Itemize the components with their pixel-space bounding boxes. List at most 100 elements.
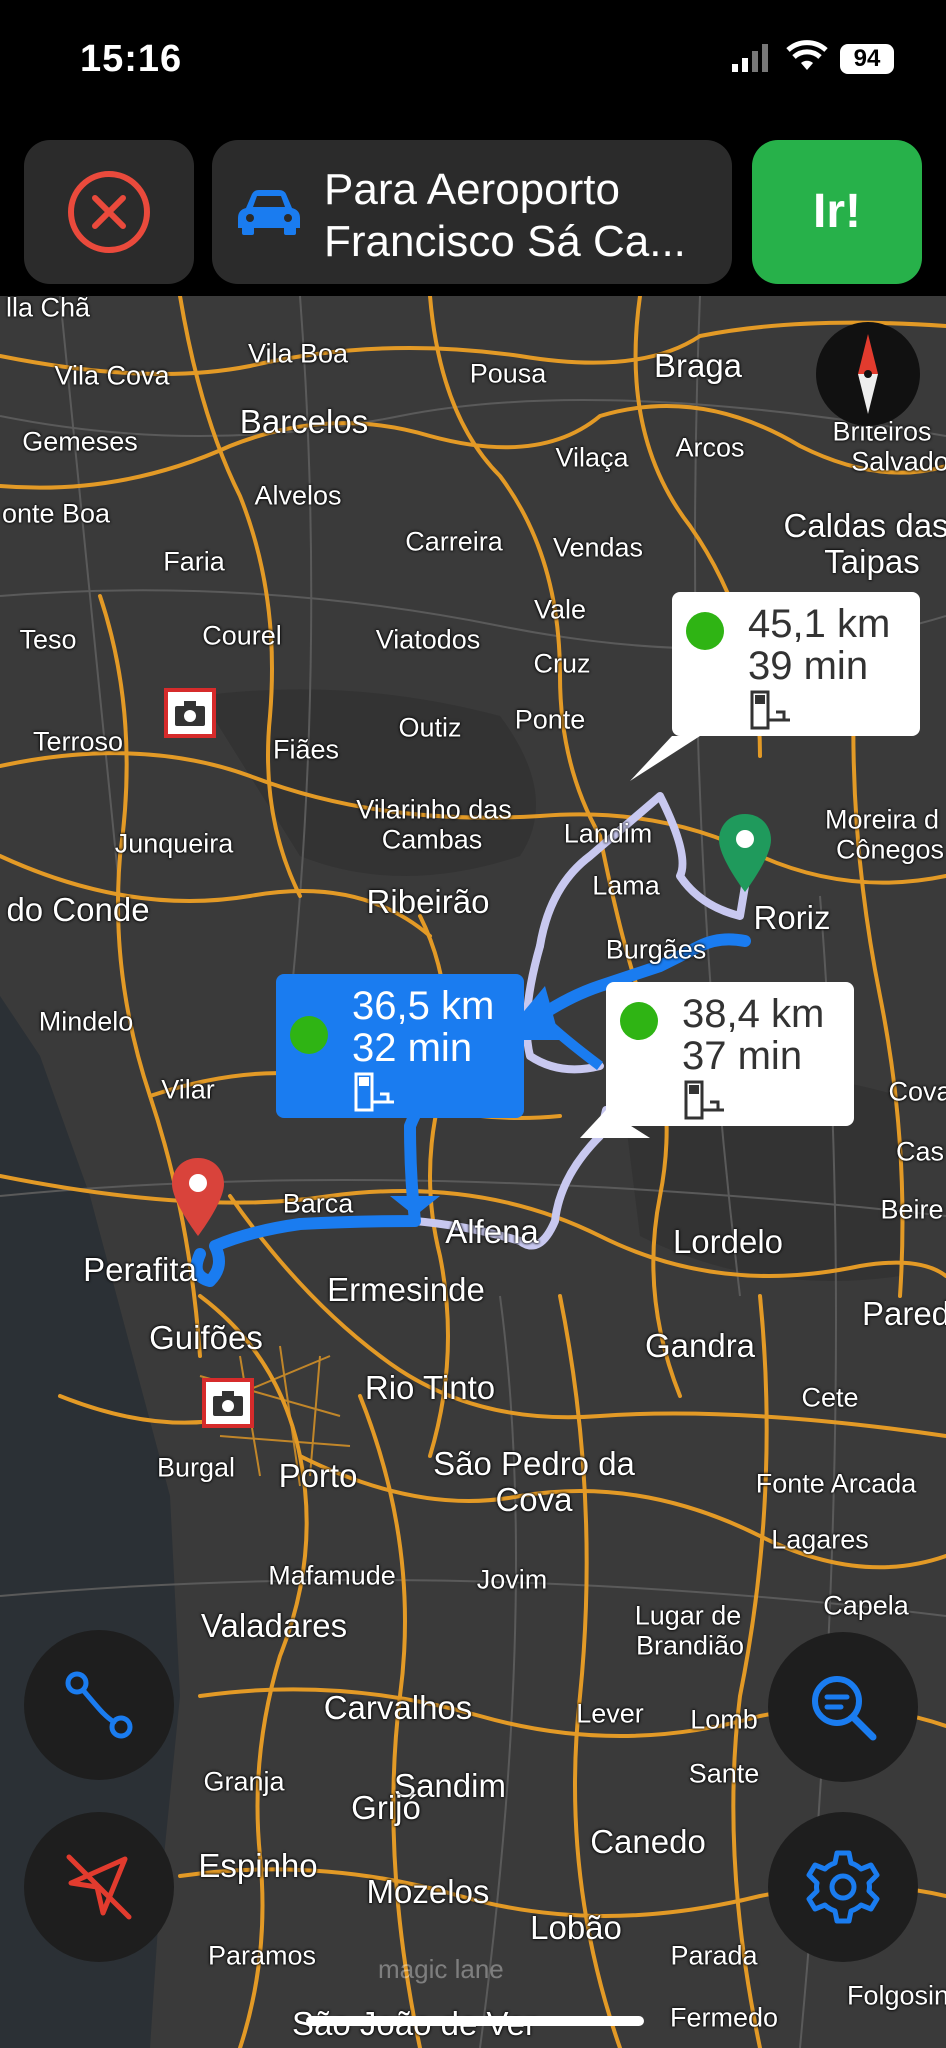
- map-label: Vilaça: [555, 442, 629, 473]
- route-option[interactable]: 45,1 km 39 min: [672, 592, 920, 736]
- map-label: Barca: [282, 1188, 354, 1219]
- route-distance: 45,1 km: [748, 602, 891, 646]
- route-option-selected[interactable]: 36,5 km 32 min: [276, 974, 524, 1118]
- status-bar: 15:16 94: [0, 0, 946, 130]
- route-status-dot: [686, 612, 724, 650]
- fuel-station-icon: [684, 1080, 724, 1120]
- map-label: Canedo: [590, 1823, 706, 1860]
- map-label: Salvado: [851, 446, 946, 477]
- cancel-button[interactable]: [24, 140, 194, 284]
- map-label: Roriz: [753, 899, 831, 936]
- route-status-dot: [620, 1002, 658, 1040]
- map-label: Gemeses: [22, 426, 138, 457]
- map-label: Landim: [563, 818, 653, 849]
- map-label: Outiz: [398, 712, 462, 743]
- route-icon: [65, 1671, 133, 1739]
- compass-button[interactable]: [816, 322, 920, 426]
- map-label: Lomb: [690, 1704, 758, 1735]
- map-label: Barcelos: [239, 403, 369, 440]
- go-button[interactable]: Ir!: [752, 140, 922, 284]
- map-label: Vilar: [161, 1074, 215, 1105]
- wifi-icon: [786, 40, 828, 70]
- route-distance: 36,5 km: [352, 984, 495, 1028]
- map-label: Lugar de: [634, 1600, 742, 1631]
- fuel-station-icon: [750, 690, 790, 730]
- map-label: Arcos: [675, 432, 745, 463]
- map-label: Lama: [592, 870, 660, 901]
- route-distance: 38,4 km: [682, 992, 825, 1036]
- map-label: Lagares: [771, 1524, 869, 1555]
- map-label: Courel: [202, 620, 282, 651]
- route-status-dot: [290, 1016, 328, 1054]
- map-label: Jovim: [476, 1564, 548, 1595]
- map-view[interactable]: lla Chã Vila Boa Vila Cova Barcelos Pous…: [0, 296, 946, 2048]
- map-label: Paramos: [207, 1940, 317, 1971]
- map-label: Burgal: [156, 1452, 236, 1483]
- map-label: Sante: [688, 1758, 760, 1789]
- map-label: do Conde: [6, 891, 150, 928]
- map-label: Brandião: [635, 1630, 745, 1661]
- map-label: Cônegos: [835, 834, 945, 865]
- camera-icon: [213, 1391, 243, 1416]
- map-label: Mafamude: [268, 1560, 396, 1591]
- map-label: Pared: [861, 1295, 946, 1332]
- destination-text: Para Aeroporto Francisco Sá Ca...: [324, 164, 724, 268]
- map-label: onte Boa: [1, 498, 111, 529]
- map-label: Porto: [278, 1457, 358, 1494]
- map-label: Moreira d: [824, 804, 940, 835]
- map-label: Rio Tinto: [364, 1369, 496, 1406]
- map-label: Capela: [823, 1590, 909, 1621]
- map-label: Mindelo: [38, 1006, 134, 1037]
- search-button[interactable]: [768, 1632, 918, 1782]
- fuel-station-icon: [354, 1072, 394, 1112]
- map-label: Lordelo: [672, 1223, 784, 1260]
- map-label: São Pedro da: [433, 1445, 635, 1482]
- map-label: Gandra: [644, 1327, 756, 1364]
- route-duration: 37 min: [682, 1034, 803, 1078]
- map-label: Grijó: [351, 1789, 421, 1826]
- map-label: Carreira: [405, 526, 503, 557]
- close-icon: [68, 171, 150, 253]
- home-indicator[interactable]: [306, 2016, 644, 2026]
- map-label: Taipas: [824, 543, 920, 580]
- map-label: Cova: [888, 1076, 946, 1107]
- simulate-navigation-button[interactable]: [24, 1812, 174, 1962]
- map-label: Faria: [163, 546, 225, 577]
- route-option[interactable]: 38,4 km 37 min: [606, 982, 854, 1126]
- search-icon: [812, 1676, 877, 1741]
- map-label: Ermesinde: [327, 1271, 485, 1308]
- map-label: Cruz: [533, 648, 591, 679]
- map-label: Granja: [203, 1766, 285, 1797]
- map-label: Perafita: [83, 1251, 197, 1288]
- map-label: Alfena: [445, 1213, 539, 1250]
- destination-line-1: Para Aeroporto: [324, 165, 620, 214]
- speed-camera-marker[interactable]: [164, 688, 216, 738]
- map-label: Vila Cova: [54, 360, 170, 391]
- map-label: Cambas: [381, 824, 483, 855]
- route-toolbar: Para Aeroporto Francisco Sá Ca... Ir!: [0, 130, 946, 296]
- map-pin-icon[interactable]: [170, 1156, 226, 1240]
- speed-camera-marker[interactable]: [202, 1378, 254, 1428]
- map-label: Fermedo: [669, 2002, 779, 2033]
- map-label: Cete: [801, 1382, 859, 1413]
- map-pin-icon[interactable]: [717, 812, 773, 896]
- settings-button[interactable]: [768, 1812, 918, 1962]
- destination-field[interactable]: Para Aeroporto Francisco Sá Ca...: [212, 140, 732, 284]
- status-time: 15:16: [80, 38, 183, 80]
- map-label: Carvalhos: [323, 1689, 473, 1726]
- map-label: Parada: [670, 1940, 758, 1971]
- map-label: Beire: [880, 1194, 944, 1225]
- map-label: Folgosin: [846, 1980, 946, 2011]
- navigation-off-icon: [66, 1854, 132, 1920]
- map-label: Lever: [576, 1698, 644, 1729]
- car-icon: [238, 190, 300, 235]
- gear-icon: [806, 1850, 880, 1924]
- signal-icon: [732, 44, 768, 72]
- map-label: lla Chã: [5, 296, 91, 323]
- route-duration: 39 min: [748, 644, 869, 688]
- map-label: Espinho: [198, 1847, 318, 1884]
- compass-icon: [858, 334, 878, 414]
- map-label: Braga: [653, 347, 743, 384]
- route-options-button[interactable]: [24, 1630, 174, 1780]
- map-label: Cas: [895, 1136, 945, 1167]
